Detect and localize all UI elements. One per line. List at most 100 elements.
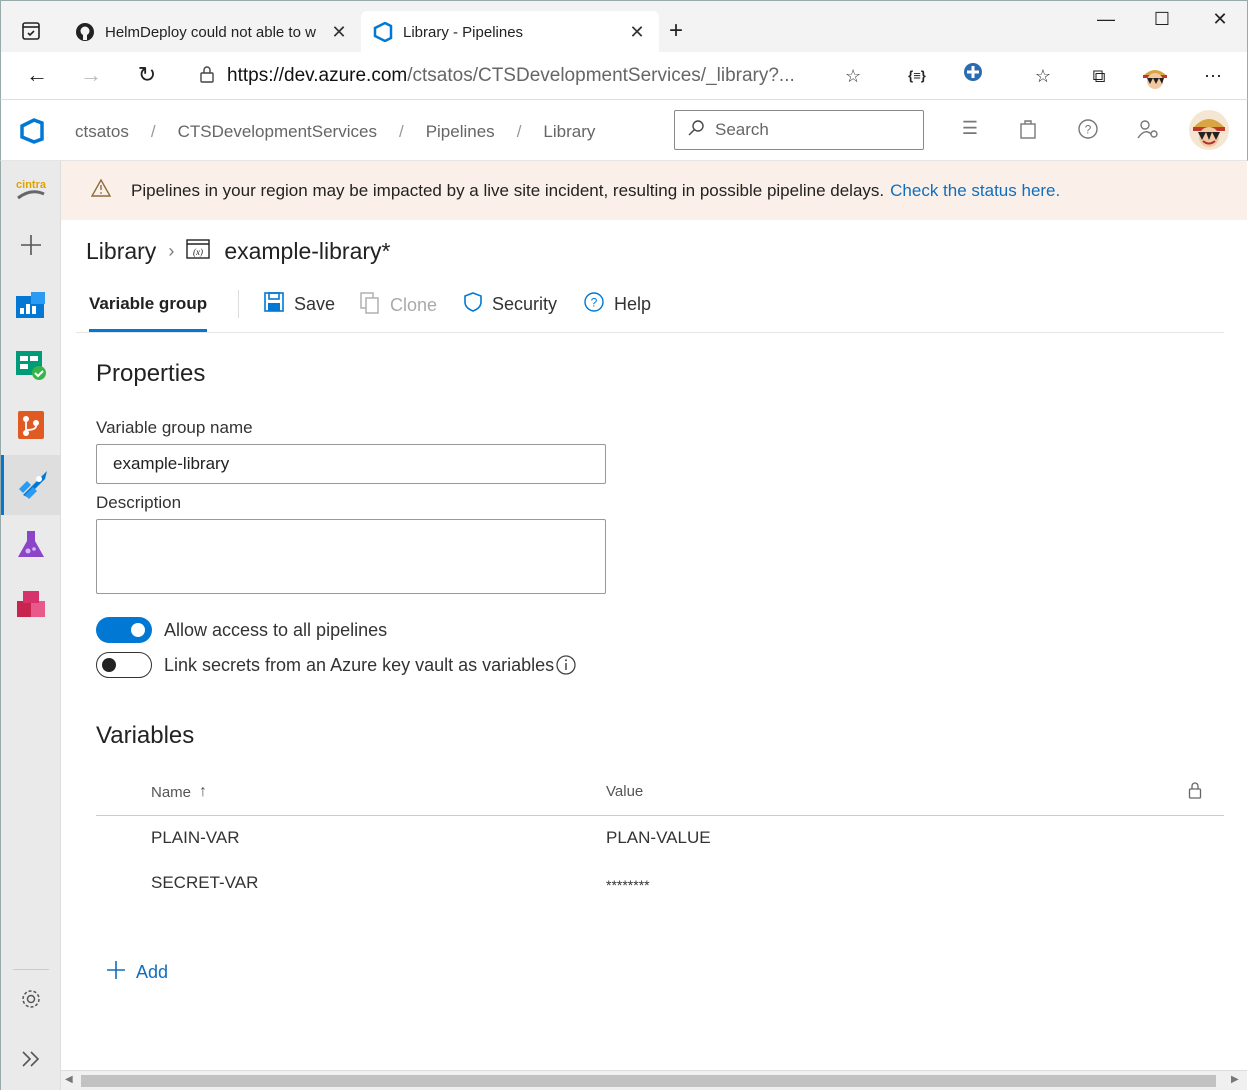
variable-group-title: example-library* [224, 238, 391, 264]
info-icon[interactable] [556, 655, 576, 680]
add-icon[interactable] [1, 215, 61, 275]
refresh-icon[interactable]: ↻ [131, 60, 163, 92]
user-avatar[interactable] [1189, 110, 1229, 155]
help-button[interactable]: ? Help [584, 292, 651, 317]
profile-avatar[interactable] [1141, 62, 1169, 90]
artifacts-icon[interactable] [1, 575, 61, 635]
clone-button[interactable]: Clone [360, 292, 437, 319]
breadcrumb-org[interactable]: ctsatos [75, 122, 129, 142]
more-menu-icon[interactable]: ⋯ [1199, 62, 1227, 90]
breadcrumb-separator: / [398, 122, 404, 141]
plus-icon [106, 960, 126, 985]
expand-nav-icon[interactable] [1, 1029, 61, 1089]
test-plans-icon[interactable] [1, 515, 61, 575]
column-header-name[interactable]: Name ↑ [151, 783, 207, 801]
page-title: Library › (x) example-library* [86, 238, 390, 265]
back-icon[interactable]: ← [21, 60, 53, 92]
variable-group-name-label: Variable group name [96, 418, 253, 437]
svg-text:?: ? [591, 296, 598, 310]
chevron-right-icon: › [168, 241, 175, 261]
user-settings-icon[interactable] [1135, 118, 1161, 144]
repos-icon[interactable] [1, 395, 61, 455]
browser-tab-github[interactable]: HelmDeploy could not able to w ✕ [63, 11, 361, 53]
search-icon [687, 119, 705, 142]
clone-label: Clone [390, 295, 438, 315]
minimize-icon[interactable]: — [1091, 9, 1121, 30]
maximize-icon[interactable]: ☐ [1147, 9, 1177, 30]
link-secrets-toggle[interactable] [96, 652, 152, 678]
browser-tab-library[interactable]: Library - Pipelines ✕ [361, 11, 659, 53]
left-nav-rail: cintra [0, 161, 61, 1090]
overview-icon[interactable] [1, 275, 61, 335]
tab-title: Library - Pipelines [403, 23, 524, 41]
url-field[interactable]: https://dev.azure.com/ctsatos/CTSDevelop… [183, 56, 881, 96]
breadcrumb-project[interactable]: CTSDevelopmentServices [178, 122, 377, 142]
scroll-left-icon[interactable]: ◀ [65, 1074, 73, 1085]
azure-devops-logo-icon[interactable] [19, 118, 45, 149]
org-logo[interactable]: cintra [1, 161, 61, 221]
save-label: Save [294, 294, 336, 314]
horizontal-scrollbar[interactable]: ◀ ▶ [61, 1070, 1247, 1090]
security-label: Security [492, 294, 558, 314]
description-field[interactable] [96, 519, 606, 594]
new-tab-icon[interactable]: + [669, 17, 683, 45]
breadcrumb-library[interactable]: Library [543, 122, 595, 142]
toggle-knob [102, 658, 116, 672]
azure-devops-icon [373, 21, 393, 43]
help-label: Help [614, 294, 652, 314]
tab-variable-group[interactable]: Variable group [89, 294, 207, 314]
svg-text:(x): (x) [193, 247, 203, 257]
main-content: Library › (x) example-library* Variable … [61, 220, 1247, 1070]
variable-name-cell[interactable]: SECRET-VAR [151, 873, 258, 893]
selected-tab-indicator [89, 329, 207, 332]
boards-icon[interactable] [1, 335, 61, 395]
collections-icon[interactable]: ⧉ [1085, 62, 1113, 90]
close-tab-icon[interactable]: ✕ [627, 22, 647, 43]
allow-access-toggle[interactable] [96, 617, 152, 643]
banner-message: Pipelines in your region may be impacted… [131, 180, 885, 200]
add-label: Add [136, 962, 169, 982]
breadcrumb-separator: / [516, 122, 522, 141]
add-variable-button[interactable]: Add [106, 960, 168, 985]
project-settings-icon[interactable] [1, 969, 61, 1029]
scroll-right-icon[interactable]: ▶ [1231, 1074, 1239, 1085]
clone-icon [360, 292, 380, 319]
security-button[interactable]: Security [464, 292, 557, 317]
variable-name-cell[interactable]: PLAIN-VAR [151, 828, 240, 848]
lock-column-icon [1188, 781, 1202, 804]
search-input[interactable]: Search [674, 110, 924, 150]
tab-actions-icon[interactable] [21, 21, 41, 46]
svg-text:?: ? [1085, 123, 1092, 137]
command-separator [238, 290, 239, 318]
variable-group-name-field[interactable]: example-library [96, 444, 606, 484]
warning-icon [90, 178, 112, 202]
pipelines-icon[interactable] [1, 455, 61, 515]
json-extension-icon[interactable]: {≡} [903, 62, 931, 90]
extension-icon[interactable] [959, 62, 987, 90]
search-placeholder: Search [715, 120, 769, 139]
marketplace-bag-icon[interactable] [1015, 118, 1041, 144]
close-window-icon[interactable]: ✕ [1205, 9, 1235, 30]
breadcrumb-pipelines[interactable]: Pipelines [426, 122, 495, 142]
favorite-add-icon[interactable]: ☆ [845, 66, 861, 87]
allow-access-label: Allow access to all pipelines [164, 620, 388, 640]
secret-value-cell[interactable]: ******** [606, 877, 650, 893]
url-text: https://dev.azure.com/ctsatos/CTSDevelop… [227, 65, 795, 86]
tab-title: HelmDeploy could not able to w [105, 23, 316, 41]
browser-tab-strip: HelmDeploy could not able to w ✕ Library… [0, 0, 1248, 53]
help-icon[interactable]: ? [1075, 118, 1101, 144]
save-button[interactable]: Save [264, 292, 335, 317]
scrollbar-thumb[interactable] [81, 1075, 1216, 1087]
work-items-list-icon[interactable]: ☰ [957, 118, 983, 144]
variable-group-icon: (x) [186, 238, 211, 265]
close-tab-icon[interactable]: ✕ [329, 22, 349, 43]
library-link[interactable]: Library [86, 238, 156, 265]
variable-value-cell[interactable]: PLAN-VALUE [606, 828, 711, 848]
description-label: Description [96, 493, 182, 512]
variables-heading: Variables [96, 722, 195, 749]
forward-icon[interactable]: → [75, 60, 107, 92]
column-header-value[interactable]: Value [606, 783, 643, 800]
column-name-label: Name [151, 783, 192, 801]
favorites-icon[interactable]: ☆ [1029, 62, 1057, 90]
status-link[interactable]: Check the status here. [890, 181, 1060, 201]
